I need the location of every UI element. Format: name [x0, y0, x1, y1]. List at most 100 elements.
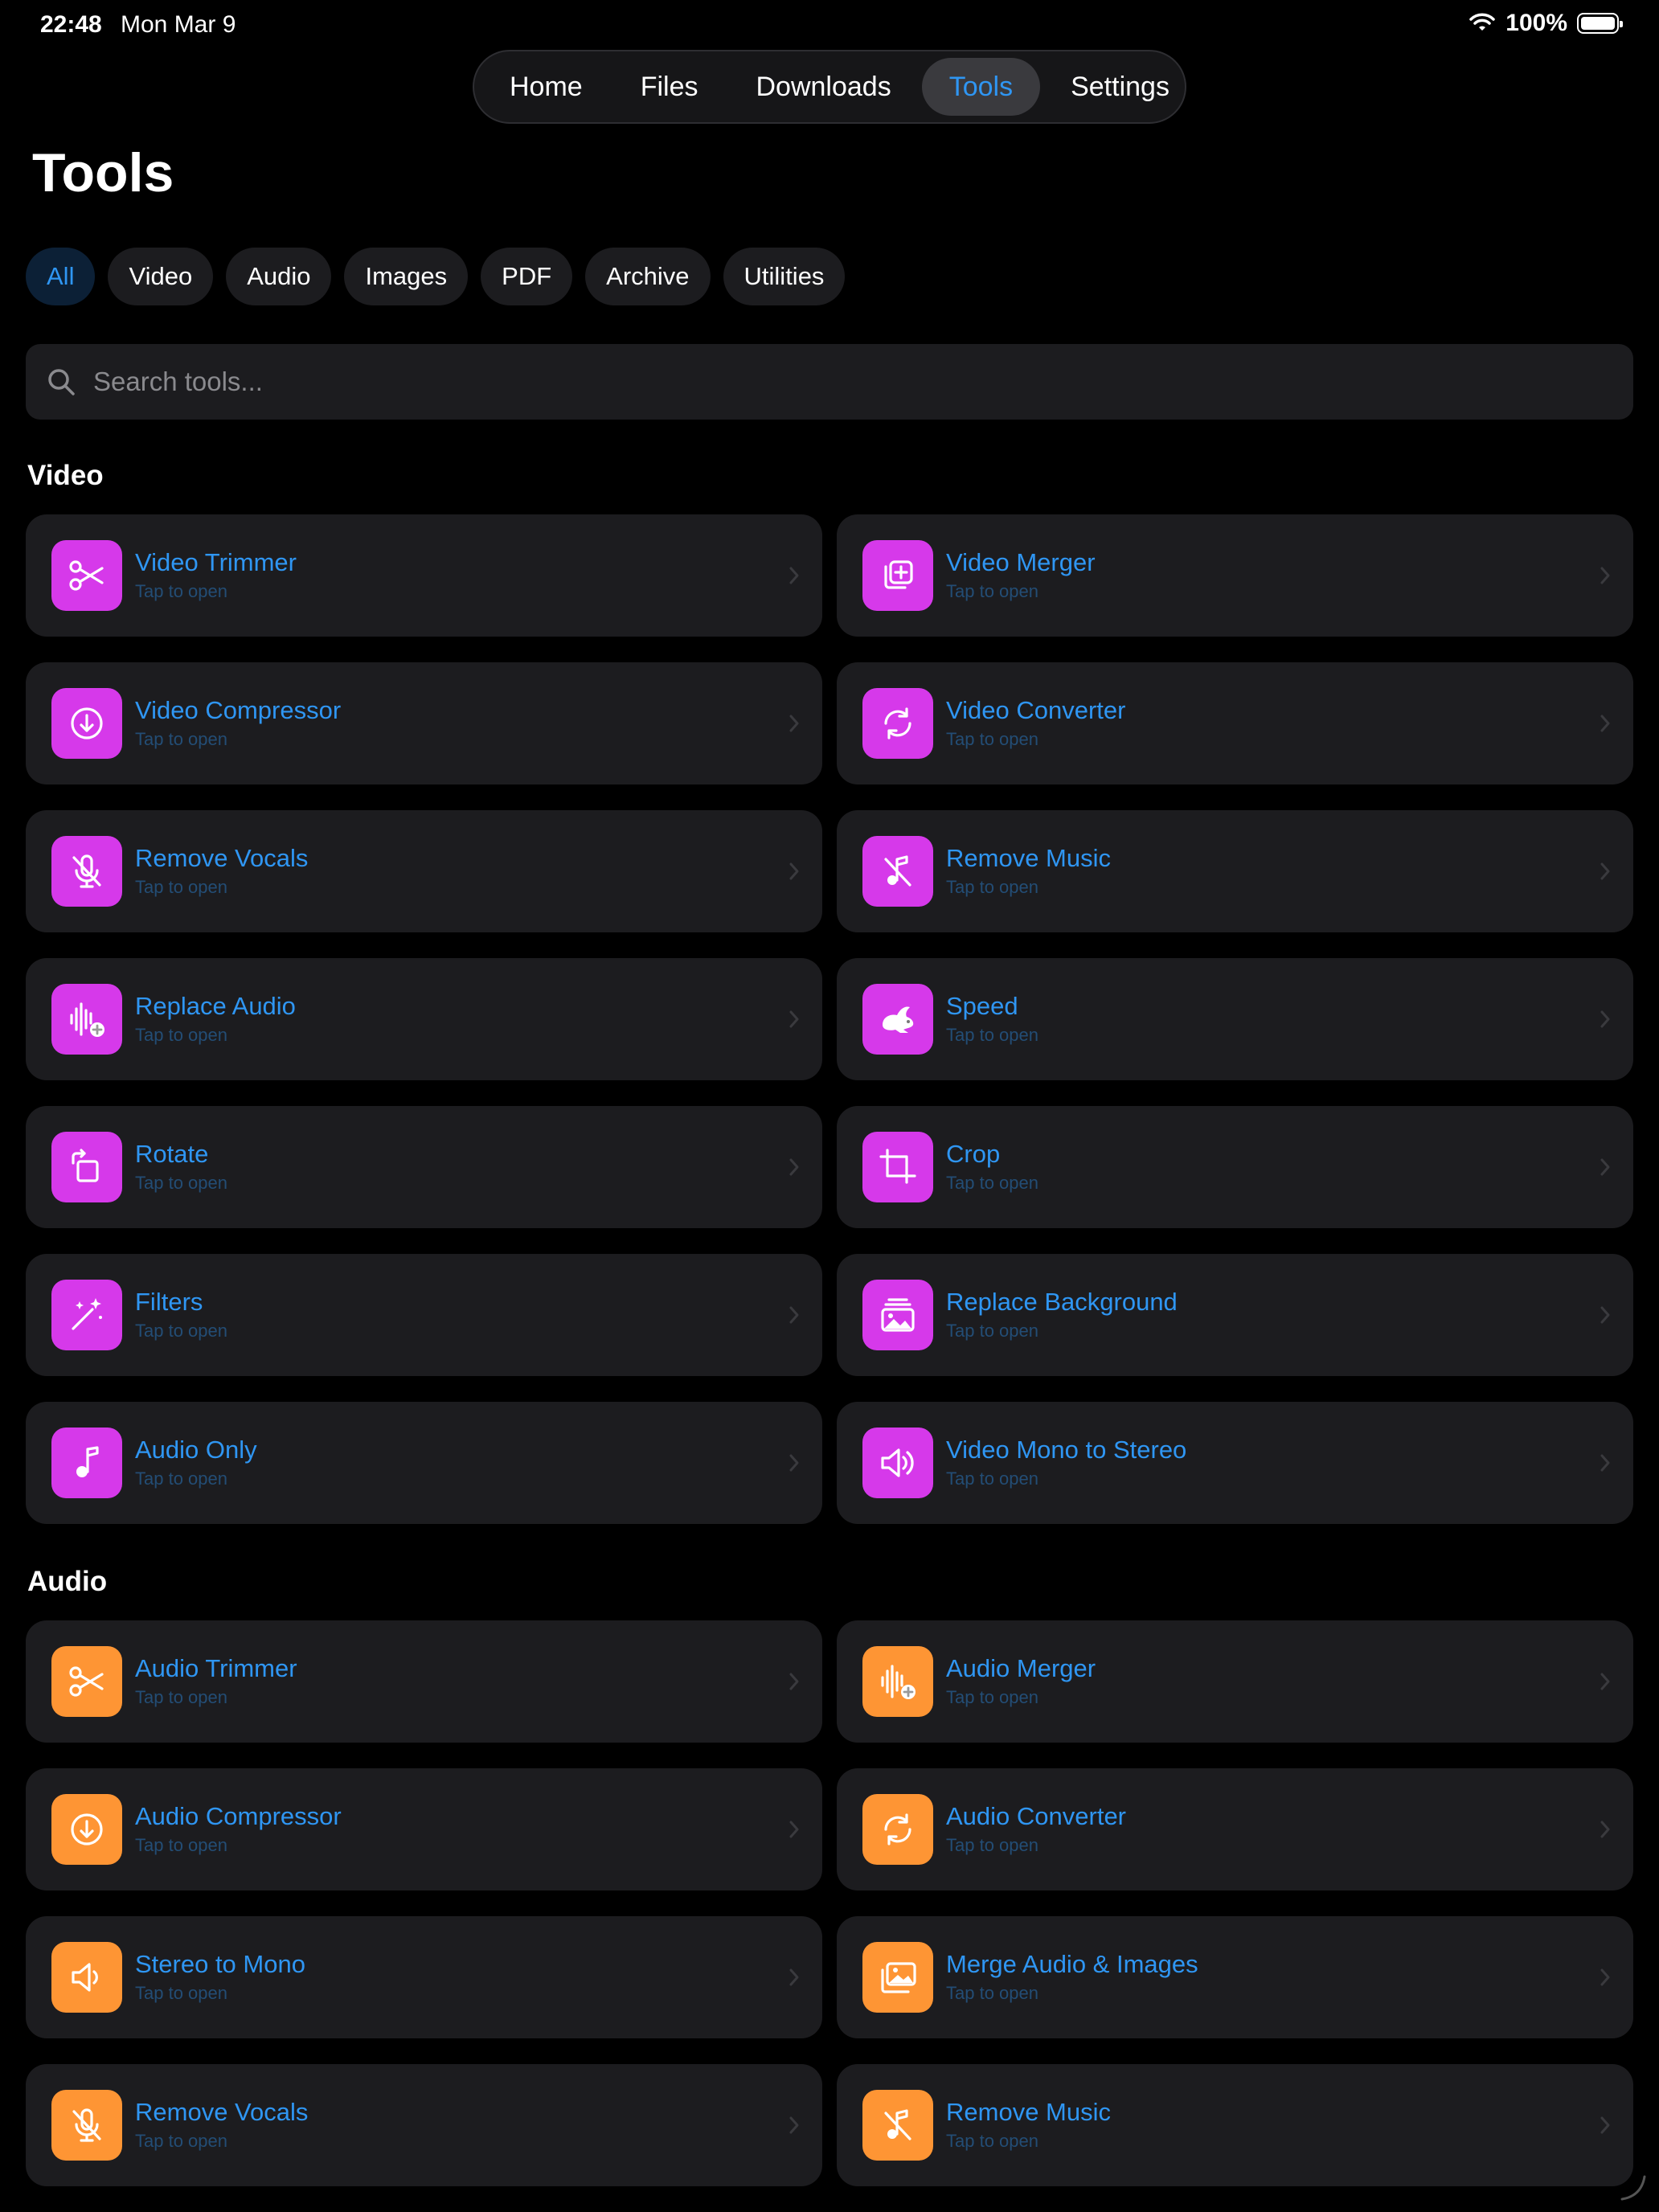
tab-files[interactable]: Files	[613, 58, 726, 116]
tool-title: Crop	[946, 1140, 1001, 1168]
tool-card-video-converter[interactable]: Video Converter Tap to open	[837, 662, 1633, 784]
tool-title: Audio Only	[135, 1436, 257, 1464]
music-note-slash-icon	[862, 836, 933, 907]
tool-card-text: Audio Trimmer Tap to open	[135, 1653, 297, 1710]
tool-title: Audio Compressor	[135, 1802, 342, 1830]
tool-card-text: Remove Music Tap to open	[946, 2097, 1111, 2153]
chevron-right-icon	[789, 862, 799, 880]
section-title-video: Video	[27, 460, 104, 491]
tool-card-replace-audio[interactable]: Replace Audio Tap to open	[26, 958, 822, 1080]
tool-card-replace-background[interactable]: Replace Background Tap to open	[837, 1254, 1633, 1376]
tool-card-merge-audio-and-images[interactable]: Merge Audio & Images Tap to open	[837, 1916, 1633, 2038]
tool-card-video-trimmer[interactable]: Video Trimmer Tap to open	[26, 514, 822, 637]
tool-card-stereo-to-mono[interactable]: Stereo to Mono Tap to open	[26, 1916, 822, 2038]
chevron-right-icon	[1600, 715, 1610, 732]
tool-card-speed[interactable]: Speed Tap to open	[837, 958, 1633, 1080]
hare-icon	[862, 984, 933, 1055]
tool-subtitle: Tap to open	[946, 2131, 1038, 2151]
tool-title: Remove Vocals	[135, 844, 309, 872]
chevron-right-icon	[1600, 1968, 1610, 1986]
tab-home[interactable]: Home	[482, 58, 610, 116]
filter-images[interactable]: Images	[344, 248, 469, 305]
status-bar: 22:48 Mon Mar 9 100%	[0, 0, 1659, 51]
tool-title: Audio Converter	[946, 1802, 1127, 1830]
chevron-right-icon	[789, 1968, 799, 1986]
chevron-right-icon	[789, 1673, 799, 1690]
tool-card-remove-vocals[interactable]: Remove Vocals Tap to open	[26, 810, 822, 932]
tool-subtitle: Tap to open	[135, 581, 227, 601]
chevron-right-icon	[789, 1158, 799, 1176]
chevron-right-icon	[1600, 862, 1610, 880]
chevron-right-icon	[1600, 1821, 1610, 1838]
chevron-right-icon	[789, 2116, 799, 2134]
tool-card-crop[interactable]: Crop Tap to open	[837, 1106, 1633, 1228]
battery-icon	[1577, 13, 1623, 34]
tool-card-video-mono-to-stereo[interactable]: Video Mono to Stereo Tap to open	[837, 1402, 1633, 1524]
tool-card-text: Video Trimmer Tap to open	[135, 547, 297, 604]
tool-card-text: Video Converter Tap to open	[946, 695, 1125, 752]
tool-title: Remove Music	[946, 844, 1111, 872]
tool-card-rotate[interactable]: Rotate Tap to open	[26, 1106, 822, 1228]
tool-card-remove-music[interactable]: Remove Music Tap to open	[837, 2064, 1633, 2186]
filter-video[interactable]: Video	[108, 248, 214, 305]
tool-card-audio-merger[interactable]: Audio Merger Tap to open	[837, 1620, 1633, 1743]
tab-settings[interactable]: Settings	[1043, 58, 1197, 116]
tool-card-text: Remove Vocals Tap to open	[135, 843, 308, 899]
tool-title: Rotate	[135, 1140, 209, 1168]
tool-card-text: Audio Compressor Tap to open	[135, 1801, 342, 1858]
magic-wand-icon	[51, 1280, 122, 1350]
convert-arrows-icon	[862, 1794, 933, 1865]
chevron-right-icon	[789, 1454, 799, 1472]
tool-card-remove-music[interactable]: Remove Music Tap to open	[837, 810, 1633, 932]
filter-audio[interactable]: Audio	[226, 248, 332, 305]
tool-subtitle: Tap to open	[946, 729, 1038, 749]
scissors-icon	[51, 540, 122, 611]
tool-card-video-merger[interactable]: Video Merger Tap to open	[837, 514, 1633, 637]
filter-utilities[interactable]: Utilities	[723, 248, 846, 305]
convert-arrows-icon	[862, 688, 933, 759]
tool-title: Remove Music	[946, 2098, 1111, 2126]
tool-title: Audio Merger	[946, 1654, 1096, 1682]
tab-downloads[interactable]: Downloads	[729, 58, 919, 116]
search-input[interactable]	[92, 366, 1606, 398]
tool-card-video-compressor[interactable]: Video Compressor Tap to open	[26, 662, 822, 784]
battery-percent: 100%	[1505, 10, 1567, 36]
section-title-audio: Audio	[27, 1566, 108, 1597]
tool-subtitle: Tap to open	[946, 581, 1038, 601]
filter-archive[interactable]: Archive	[585, 248, 711, 305]
tool-card-text: Audio Only Tap to open	[135, 1435, 257, 1491]
scissors-icon	[51, 1646, 122, 1717]
tool-card-text: Stereo to Mono Tap to open	[135, 1949, 305, 2005]
music-note-icon	[51, 1428, 122, 1498]
arrow-down-circle-icon	[51, 1794, 122, 1865]
tool-title: Filters	[135, 1288, 203, 1316]
rotate-icon	[51, 1132, 122, 1202]
tool-title: Video Converter	[946, 696, 1126, 724]
chevron-right-icon	[789, 567, 799, 584]
tool-card-audio-compressor[interactable]: Audio Compressor Tap to open	[26, 1768, 822, 1890]
tool-subtitle: Tap to open	[135, 1173, 227, 1193]
tool-card-text: Audio Converter Tap to open	[946, 1801, 1126, 1858]
tab-tools[interactable]: Tools	[921, 58, 1041, 116]
waveform-plus-icon	[862, 1646, 933, 1717]
tool-subtitle: Tap to open	[135, 1687, 227, 1707]
tool-subtitle: Tap to open	[946, 1173, 1038, 1193]
tool-card-text: Crop Tap to open	[946, 1139, 1038, 1195]
tool-subtitle: Tap to open	[946, 877, 1038, 897]
tool-card-text: Replace Background Tap to open	[946, 1287, 1178, 1343]
tool-title: Speed	[946, 992, 1018, 1020]
tool-card-remove-vocals[interactable]: Remove Vocals Tap to open	[26, 2064, 822, 2186]
filter-pdf[interactable]: PDF	[481, 248, 573, 305]
tool-card-audio-only[interactable]: Audio Only Tap to open	[26, 1402, 822, 1524]
tool-card-audio-trimmer[interactable]: Audio Trimmer Tap to open	[26, 1620, 822, 1743]
search-bar[interactable]	[26, 344, 1633, 420]
tool-subtitle: Tap to open	[946, 1321, 1038, 1341]
status-date: Mon Mar 9	[121, 11, 236, 38]
tool-subtitle: Tap to open	[946, 1025, 1038, 1045]
tool-subtitle: Tap to open	[135, 877, 227, 897]
tool-card-filters[interactable]: Filters Tap to open	[26, 1254, 822, 1376]
page-title: Tools	[32, 142, 174, 203]
filter-all[interactable]: All	[26, 248, 96, 305]
mic-slash-icon	[51, 2090, 122, 2161]
tool-card-audio-converter[interactable]: Audio Converter Tap to open	[837, 1768, 1633, 1890]
